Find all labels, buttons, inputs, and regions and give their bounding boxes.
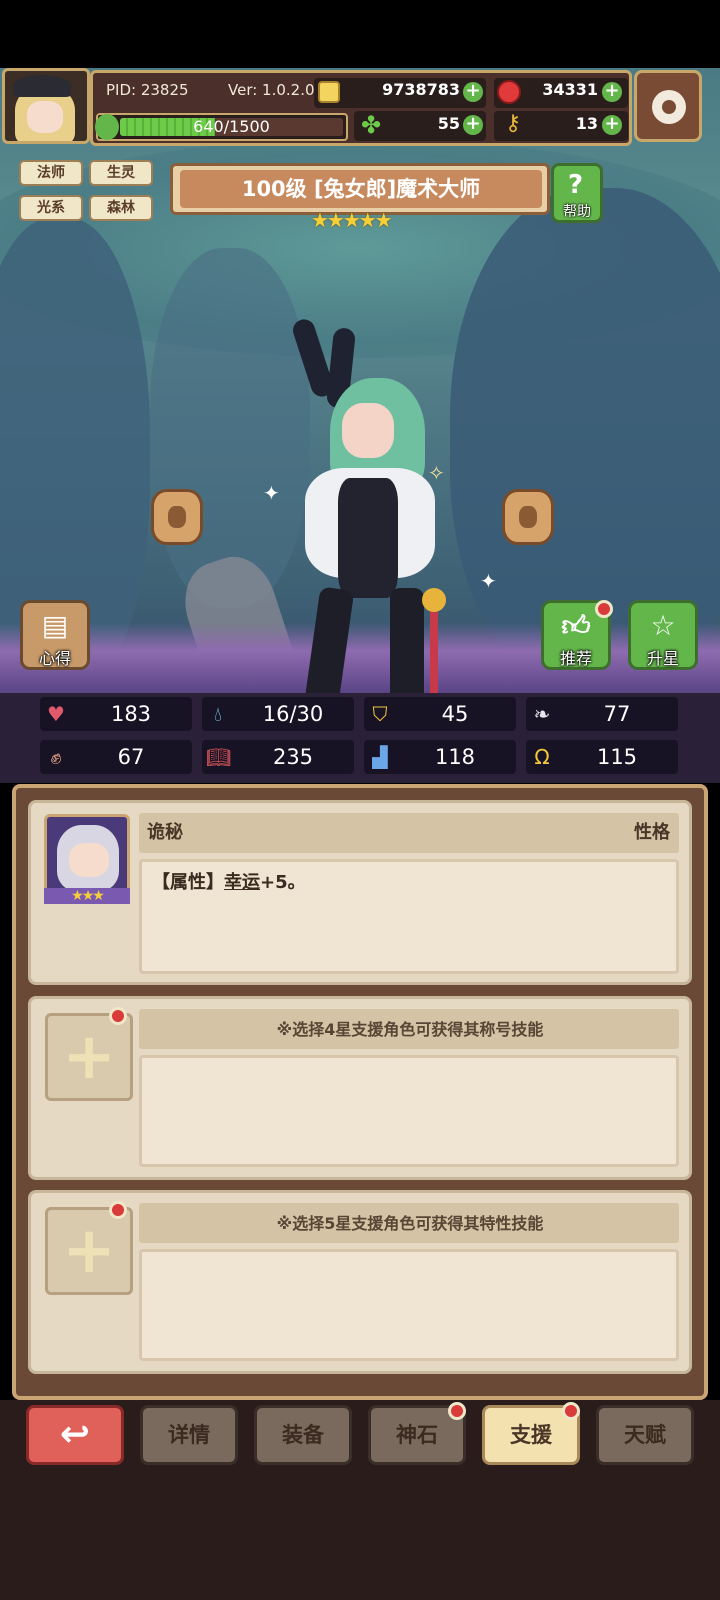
avatar-hat: [13, 75, 71, 97]
star-up-label: 升星: [646, 649, 679, 668]
star-up-button[interactable]: ☆ 升星: [628, 600, 698, 670]
back-button[interactable]: ↩: [26, 1405, 124, 1465]
stat-luck: Ω 115: [526, 740, 678, 774]
stat-mana-value: 16/30: [262, 702, 324, 726]
trait-type: 性格: [634, 822, 670, 843]
help-label: 帮助: [563, 204, 591, 220]
hero-title: 100级 [兔女郎]魔术大师: [180, 170, 542, 208]
key-amount: 13: [575, 114, 598, 133]
insight-button[interactable]: ▤ 心得: [20, 600, 90, 670]
tag-element: 光系: [19, 195, 83, 221]
stat-magic-value: 235: [272, 745, 314, 769]
fist-icon: ✊︎: [50, 745, 62, 769]
scroll-icon: ▤: [41, 609, 69, 642]
star-icon: ☆: [650, 609, 676, 642]
add-support-4star-button[interactable]: +: [45, 1013, 133, 1101]
stat-speed-value: 77: [603, 702, 631, 726]
sparkle-icon: ✦: [263, 481, 280, 505]
tab-talent[interactable]: 天赋: [596, 1405, 694, 1465]
book-icon: 📖︎: [206, 745, 232, 769]
god-stone-alert-dot: [448, 1402, 466, 1420]
stat-mana: 💧︎ 16/30: [202, 697, 354, 731]
question-icon: ?: [568, 170, 584, 200]
trait-description: 【属性】幸运+5。: [152, 868, 306, 894]
slot4-alert-dot: [109, 1007, 127, 1025]
support-card-body: [139, 1055, 679, 1167]
tag-race: 生灵: [89, 160, 153, 186]
gold-coin-icon: [318, 81, 340, 103]
add-key-button[interactable]: +: [602, 115, 622, 135]
stat-luck-value: 115: [596, 745, 638, 769]
add-clover-button[interactable]: +: [463, 115, 483, 135]
heart-icon: ♥: [47, 702, 65, 726]
slot4-hint: ※选择4星支援角色可获得其称号技能: [276, 1020, 544, 1039]
trait-desc-link[interactable]: 幸运: [224, 872, 260, 893]
horseshoe-icon: Ω: [534, 745, 550, 769]
portrait-star-rating: ★★★: [44, 888, 130, 904]
clover-amount: 55: [437, 114, 460, 133]
support-alert-dot: [562, 1402, 580, 1420]
gold-amount: 9738783: [382, 80, 460, 99]
support-card-body: [139, 1249, 679, 1361]
sparkle-icon: ✦: [480, 569, 497, 593]
hero-face: [342, 403, 394, 458]
stat-speed: ❧ 77: [526, 697, 678, 731]
wing-icon: ❧: [533, 702, 551, 726]
stat-hp: ♥ 183: [40, 697, 192, 731]
tab-details[interactable]: 详情: [140, 1405, 238, 1465]
slot5-hint: ※选择5星支援角色可获得其特性技能: [276, 1214, 544, 1233]
trait-desc-prefix: 【属性】: [152, 872, 224, 893]
key-icon: ⚷: [505, 111, 522, 136]
plus-icon: +: [62, 1020, 116, 1094]
tag-habitat: 森林: [89, 195, 153, 221]
plus-icon: +: [62, 1214, 116, 1288]
magic-cane: [430, 598, 438, 693]
tag-class: 法师: [19, 160, 83, 186]
version-label: Ver: 1.0.2.0: [228, 81, 315, 99]
recommend-label: 推荐: [559, 649, 592, 668]
cane-head: [422, 588, 446, 612]
gear-icon: [652, 90, 686, 124]
hero-leg-left: [299, 586, 355, 693]
stat-hp-value: 183: [110, 702, 152, 726]
stat-agility-value: 118: [434, 745, 476, 769]
recommend-alert-dot: [595, 600, 613, 618]
sparkle-icon: ✧: [428, 461, 445, 485]
stat-magic: 📖︎ 235: [202, 740, 354, 774]
ruby-amount: 34331: [542, 80, 598, 99]
exp-icon: [95, 114, 119, 140]
boot-icon: ▟: [372, 745, 388, 769]
stat-defense-value: 45: [441, 702, 469, 726]
hero-body: [338, 478, 398, 598]
trait-desc-suffix: +5。: [260, 872, 306, 893]
player-avatar[interactable]: [2, 68, 90, 144]
exp-text: 640/1500: [193, 117, 270, 136]
avatar-face: [27, 101, 63, 133]
tab-equipment[interactable]: 装备: [254, 1405, 352, 1465]
insight-label: 心得: [38, 649, 71, 668]
stat-attack: ✊︎ 67: [40, 740, 192, 774]
drop-icon: 💧︎: [214, 702, 222, 726]
add-support-5star-button[interactable]: +: [45, 1207, 133, 1295]
prev-hero-button[interactable]: [151, 489, 203, 545]
portrait-face: [69, 843, 109, 877]
trait-name: 诡秘: [147, 822, 183, 843]
add-gold-button[interactable]: +: [463, 82, 483, 102]
ruby-icon: [497, 80, 521, 104]
hero-leg-right: [390, 588, 424, 693]
status-bar: [0, 0, 720, 68]
tree-mid: [150, 248, 310, 608]
shield-icon: ⛉: [372, 702, 388, 726]
slot5-alert-dot: [109, 1201, 127, 1219]
player-id: PID: 23825: [106, 81, 189, 99]
add-ruby-button[interactable]: +: [602, 82, 622, 102]
next-hero-button[interactable]: [502, 489, 554, 545]
settings-button[interactable]: [634, 70, 702, 142]
hero-character[interactable]: [290, 316, 450, 693]
stat-agility: ▟ 118: [364, 740, 516, 774]
stat-attack-value: 67: [117, 745, 145, 769]
hero-star-rating: ★★★★★: [311, 208, 393, 232]
stat-defense: ⛉ 45: [364, 697, 516, 731]
clover-icon: ✤: [360, 111, 382, 139]
